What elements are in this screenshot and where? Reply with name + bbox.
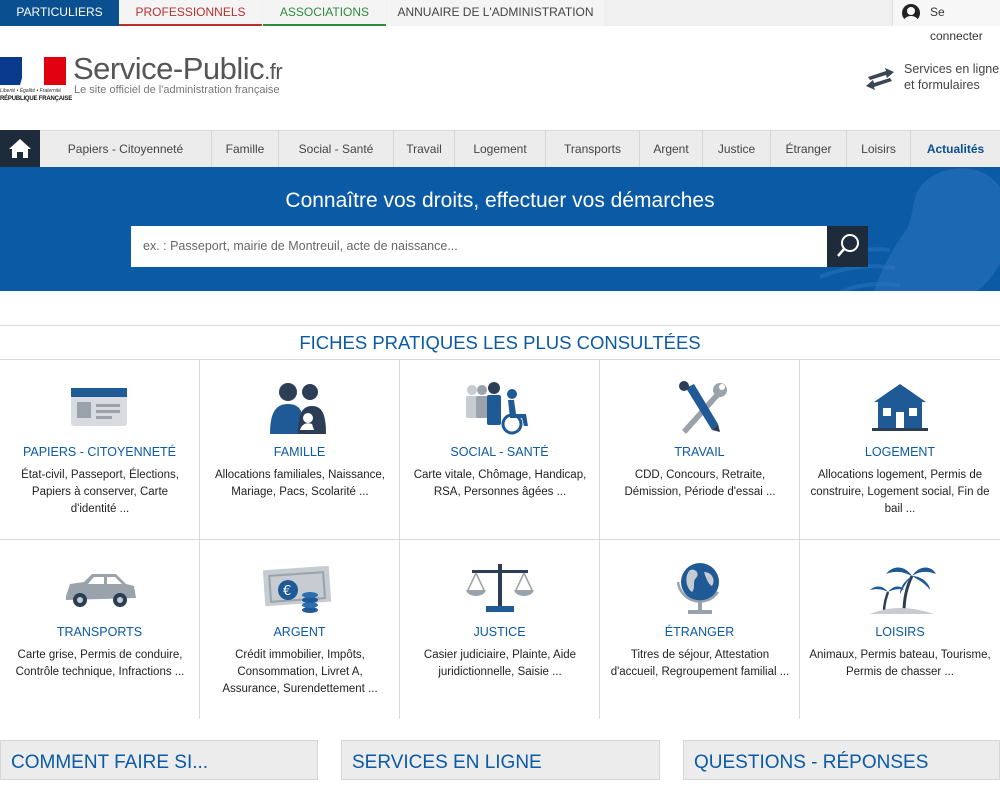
marianne-profile-icon [20,65,41,85]
card-desc: Casier judiciaire, Plainte, Aide juridic… [423,649,577,678]
panel-comment-faire[interactable]: Comment faire si... [0,740,318,780]
card-loisirs[interactable]: Loisirs Animaux, Permis bateau, Tourisme… [800,539,1000,719]
card-etranger[interactable]: Étranger Titres de séjour, Attestation d… [600,539,800,719]
nav-social[interactable]: Social - Santé [278,131,393,167]
exchange-arrows-icon [866,68,894,90]
card-title: Papiers - Citoyenneté [22,445,177,459]
card-title: Justice [473,625,526,639]
nav-actualites[interactable]: Actualités [910,131,1000,167]
family-icon [270,383,326,434]
card-title: Famille [273,445,326,459]
globe-icon [676,563,720,614]
brand-suffix: .fr [264,59,283,84]
card-desc: État-civil, Passeport, Élections, Papier… [21,469,179,515]
services-line1: Services en ligne [904,62,1000,76]
house-icon [872,384,928,431]
tools-icon [679,381,727,434]
card-desc: Animaux, Permis bateau, Tourisme, Permis… [809,649,991,678]
home-button[interactable] [0,130,40,168]
card-desc: Crédit immobilier, Impôts, Consommation,… [222,649,378,695]
card-desc: CDD, Concours, Retraite, Démission, Péri… [624,469,776,498]
card-desc: Carte grise, Permis de conduire, Contrôl… [15,649,185,678]
card-desc: Allocations logement, Permis de construi… [810,469,990,515]
site-header: Liberté • Égalité • Fraternité RÉPUBLIQU… [0,26,1000,130]
tab-professionnels[interactable]: Professionnels [119,0,262,26]
logo-republic: RÉPUBLIQUE FRANÇAISE [0,96,73,102]
card-title: Étranger [664,625,735,639]
nav-loisirs[interactable]: Loisirs [846,131,910,167]
tab-particuliers[interactable]: Particuliers [0,0,119,26]
logo-motto: Liberté • Égalité • Fraternité [0,88,62,94]
card-desc: Allocations familiales, Naissance, Maria… [214,469,386,498]
card-travail[interactable]: Travail CDD, Concours, Retraite, Démissi… [600,359,800,539]
card-famille[interactable]: Famille Allocations familiales, Naissanc… [200,359,400,539]
svg-text:€: € [283,584,291,599]
connect-button[interactable]: Se connecter [892,0,1000,43]
nav-logement[interactable]: Logement [454,131,545,167]
card-logement[interactable]: Logement Allocations logement, Permis de… [800,359,1000,539]
nav-justice[interactable]: Justice [702,131,770,167]
card-desc: Titres de séjour, Attestation d'accueil,… [610,649,790,678]
id-card-icon [71,388,127,426]
brand-name: Service-Public [73,51,265,86]
panel-services-en-ligne[interactable]: Services en ligne [341,740,660,780]
card-transports[interactable]: Transports Carte grise, Permis de condui… [0,539,200,719]
card-title: Transports [56,625,143,639]
card-title: Social - Santé [450,445,549,459]
card-papiers[interactable]: Papiers - Citoyenneté État-civil, Passep… [0,359,200,539]
hero-title: Connaître vos droits, effectuer vos déma… [285,189,715,212]
republic-logo[interactable]: Liberté • Égalité • Fraternité RÉPUBLIQU… [0,57,72,109]
palm-icon [870,567,936,614]
online-services-link[interactable]: Services en ligne et formulaires [864,61,1000,95]
search-input[interactable]: ex. : Passeport, mairie de Montreuil, ac… [131,226,827,267]
home-icon [9,139,31,158]
tab-annuaire[interactable]: Annuaire de l'administration [387,0,604,26]
card-argent[interactable]: € Argent Crédit immobilier, Impôts, Cons… [200,539,400,719]
search-icon [837,234,859,257]
card-justice[interactable]: Justice Casier judiciaire, Plainte, Aide… [400,539,600,719]
search-hero: Connaître vos droits, effectuer vos déma… [0,167,1000,291]
nav-argent[interactable]: Argent [639,131,702,167]
nav-famille[interactable]: Famille [211,131,278,167]
card-title: Travail [674,445,725,459]
services-line2: et formulaires [904,78,980,92]
user-icon [902,4,920,22]
main-nav: Papiers - Citoyenneté Famille Social - S… [0,130,1000,168]
social-icon [466,382,528,435]
nav-papiers[interactable]: Papiers - Citoyenneté [40,131,211,167]
section-title: FICHES PRATIQUES LES PLUS CONSULTÉES [0,325,1000,359]
card-title: Argent [273,625,326,639]
search-button[interactable] [827,226,868,267]
panel-questions-reponses[interactable]: Questions - Réponses [683,740,1000,780]
card-title: Loisirs [875,625,925,639]
nav-etranger[interactable]: Étranger [770,131,846,167]
money-icon: € [262,565,332,613]
nav-travail[interactable]: Travail [393,131,454,167]
card-desc: Carte vitale, Chômage, Handicap, RSA, Pe… [413,469,587,498]
audience-bar: Particuliers Professionnels Associations… [0,0,1000,43]
card-title: Logement [864,445,936,459]
site-brand[interactable]: Service-Public.fr [73,51,283,87]
fiches-grid: Papiers - Citoyenneté État-civil, Passep… [0,359,1000,719]
scales-icon [466,564,534,612]
nav-transports[interactable]: Transports [545,131,639,167]
tab-associations[interactable]: Associations [263,0,386,26]
site-tagline: Le site officiel de l'administration fra… [74,84,280,96]
card-social[interactable]: Social - Santé Carte vitale, Chômage, Ha… [400,359,600,539]
car-icon [66,574,136,607]
